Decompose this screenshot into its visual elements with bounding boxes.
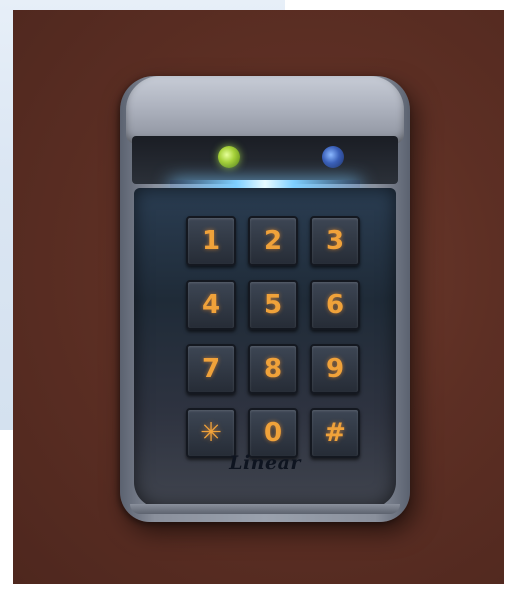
led-strip: [132, 136, 398, 184]
key-8[interactable]: 8: [248, 344, 298, 394]
keypad-panel: 1 2 3 4 5 6 7 8 9 ✳ 0 # Linear: [134, 188, 396, 508]
photo-scene: 1 2 3 4 5 6 7 8 9 ✳ 0 # Linear: [0, 0, 509, 594]
green-led-indicator: [218, 146, 240, 168]
key-0[interactable]: 0: [248, 408, 298, 458]
key-3[interactable]: 3: [310, 216, 360, 266]
key-hash[interactable]: #: [310, 408, 360, 458]
key-1[interactable]: 1: [186, 216, 236, 266]
key-9[interactable]: 9: [310, 344, 360, 394]
key-2[interactable]: 2: [248, 216, 298, 266]
blue-led-indicator: [322, 146, 344, 168]
brand-logo: Linear: [229, 452, 301, 474]
key-4[interactable]: 4: [186, 280, 236, 330]
key-6[interactable]: 6: [310, 280, 360, 330]
key-star[interactable]: ✳: [186, 408, 236, 458]
keypad-device: 1 2 3 4 5 6 7 8 9 ✳ 0 # Linear: [120, 76, 410, 522]
key-5[interactable]: 5: [248, 280, 298, 330]
keypad-bottom-rim: [130, 504, 400, 514]
key-7[interactable]: 7: [186, 344, 236, 394]
key-grid: 1 2 3 4 5 6 7 8 9 ✳ 0 #: [186, 216, 372, 458]
keypad-top-hood: [126, 76, 404, 144]
